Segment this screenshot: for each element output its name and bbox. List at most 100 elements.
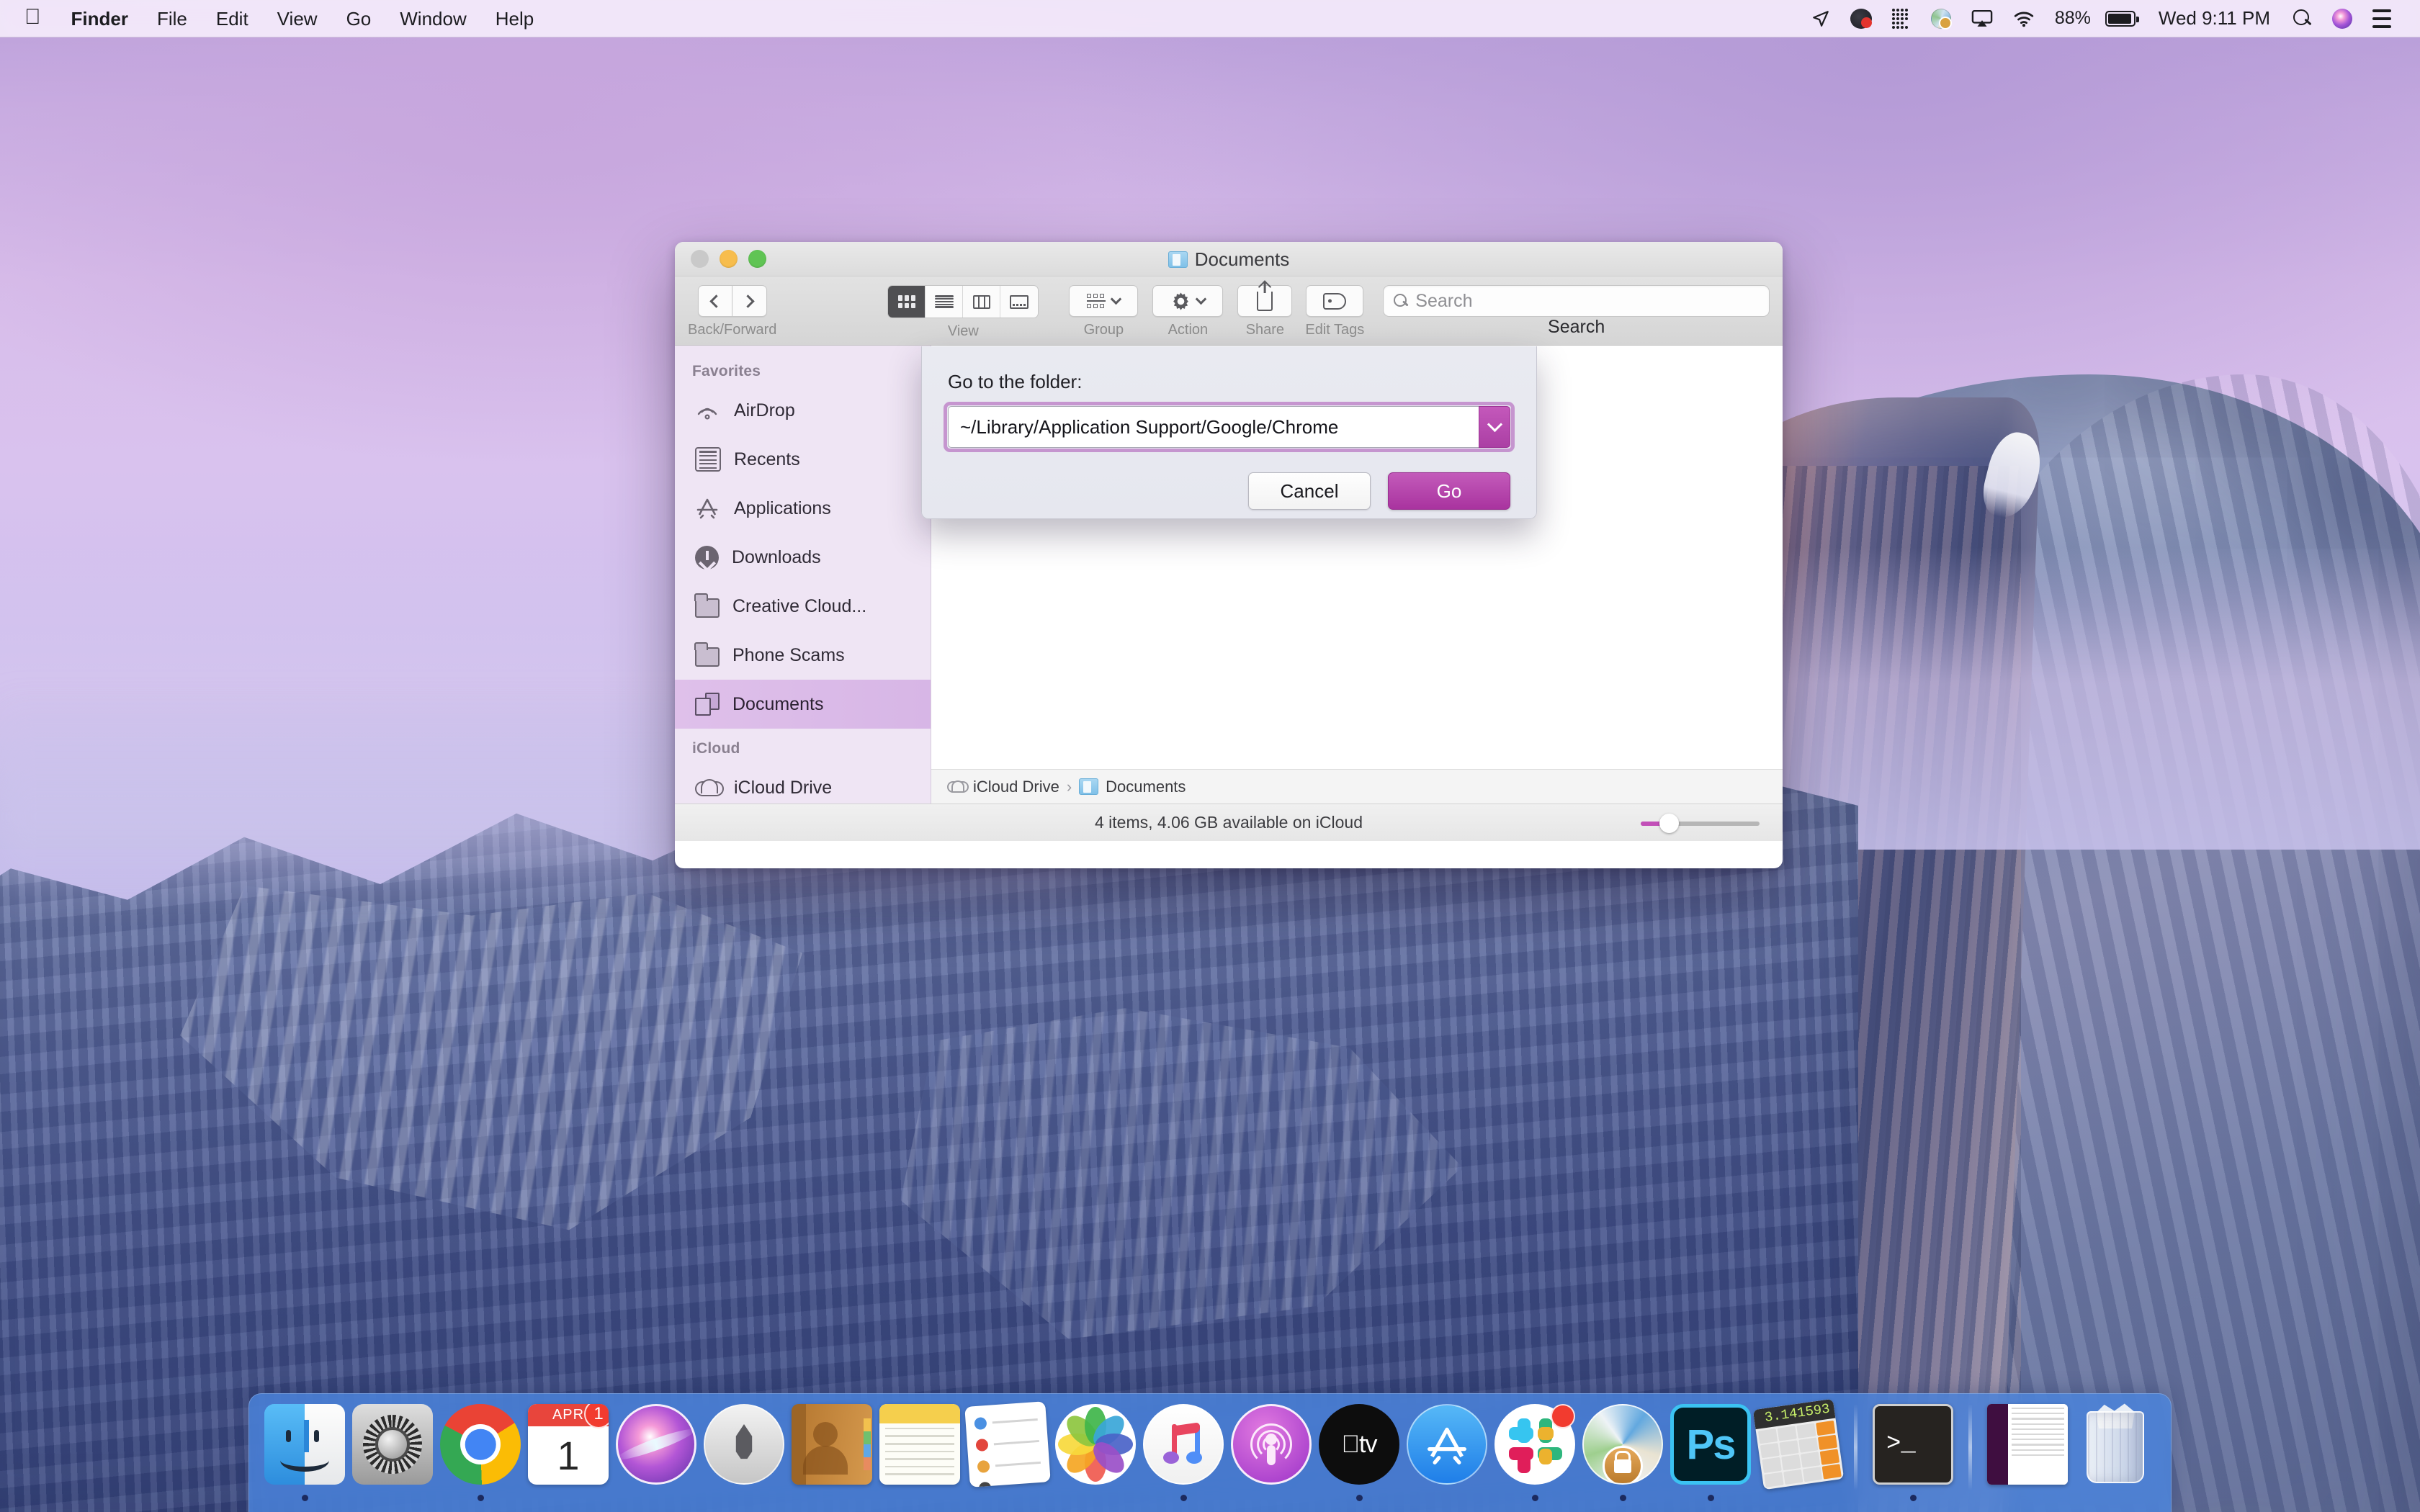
control-center-icon[interactable] xyxy=(2362,9,2401,28)
running-indicator xyxy=(1619,1495,1626,1501)
forward-button[interactable] xyxy=(732,285,767,317)
dialog-actions: Cancel Go xyxy=(948,472,1510,510)
dock-item-contacts[interactable] xyxy=(788,1404,876,1501)
breadcrumb-documents[interactable]: Documents xyxy=(1106,778,1186,796)
back-button[interactable] xyxy=(697,285,732,317)
globe-vpn-icon[interactable] xyxy=(1921,8,1961,30)
view-label: View xyxy=(947,323,979,339)
dock: APR 1 1 tv Ps 3.141593 >_ xyxy=(248,1393,2172,1512)
breadcrumb-separator: › xyxy=(1066,777,1072,796)
list-view-button[interactable] xyxy=(926,286,964,318)
search-placeholder: Search xyxy=(1415,290,1473,311)
column-view-button[interactable] xyxy=(963,286,1001,318)
folder-path-input[interactable]: ~/Library/Application Support/Google/Chr… xyxy=(948,406,1479,448)
dock-item-apple-tv[interactable]: tv xyxy=(1315,1404,1403,1501)
dock-item-chrome[interactable] xyxy=(436,1404,524,1501)
downloads-icon xyxy=(695,545,719,570)
dock-item-reminders[interactable] xyxy=(964,1401,1052,1501)
finder-sidebar: Favorites AirDrop Recents Applications D… xyxy=(675,346,931,804)
dock-item-system-preferences[interactable] xyxy=(349,1404,436,1501)
sidebar-item-airdrop[interactable]: AirDrop xyxy=(675,386,931,435)
search-input[interactable]: Search xyxy=(1383,285,1770,317)
folder-path-combobox[interactable]: ~/Library/Application Support/Google/Chr… xyxy=(944,402,1515,452)
sidebar-item-label: Recents xyxy=(734,449,800,469)
location-arrow-icon[interactable] xyxy=(1801,9,1840,28)
dock-item-photos[interactable] xyxy=(1052,1404,1139,1501)
dock-item-launchpad[interactable] xyxy=(700,1404,788,1501)
window-controls xyxy=(675,250,766,268)
menu-item-help[interactable]: Help xyxy=(481,0,548,37)
sidebar-item-documents[interactable]: Documents xyxy=(675,680,931,729)
dock-item-notes[interactable] xyxy=(876,1404,964,1501)
zoom-button[interactable] xyxy=(748,250,766,268)
sidebar-section-icloud: iCloud xyxy=(692,740,740,757)
go-button[interactable]: Go xyxy=(1388,472,1510,510)
running-indicator xyxy=(1180,1495,1187,1501)
window-title: Documents xyxy=(675,242,1783,276)
menu-item-file[interactable]: File xyxy=(143,0,202,37)
group-button[interactable] xyxy=(1069,285,1139,317)
sidebar-item-applications[interactable]: Applications xyxy=(675,484,931,533)
group-group: Group xyxy=(1069,285,1139,338)
menu-bar-clock[interactable]: Wed 9:11 PM xyxy=(2146,7,2283,30)
apple-logo-icon[interactable]:  xyxy=(22,0,57,36)
privacy-shield-icon[interactable] xyxy=(1840,8,1882,29)
dock-item-finder[interactable] xyxy=(261,1404,349,1501)
siri-icon[interactable] xyxy=(2322,8,2362,29)
cloud-icon xyxy=(695,779,724,796)
action-button[interactable] xyxy=(1152,285,1224,317)
breadcrumb-icloud-drive[interactable]: iCloud Drive xyxy=(973,778,1059,796)
sidebar-item-recents[interactable]: Recents xyxy=(675,435,931,484)
menu-bar-status-area: 88% Wed 9:11 PM xyxy=(1801,7,2401,30)
path-history-dropdown-button[interactable] xyxy=(1479,406,1510,448)
dock-item-itunes[interactable] xyxy=(1139,1404,1227,1501)
slider-knob[interactable] xyxy=(1659,813,1679,833)
sidebar-section-favorites: Favorites xyxy=(692,363,761,379)
tags-group: Edit Tags xyxy=(1305,285,1364,338)
dock-item-calculator[interactable]: 3.141593 xyxy=(1752,1398,1845,1501)
sidebar-item-downloads[interactable]: Downloads xyxy=(675,533,931,582)
spotlight-search-icon[interactable] xyxy=(2283,9,2322,28)
dock-item-minimized-slack-window[interactable] xyxy=(1984,1404,2071,1501)
battery-icon[interactable] xyxy=(2095,10,2146,27)
calendar-icon: APR 1 1 xyxy=(528,1404,609,1485)
menu-item-window[interactable]: Window xyxy=(385,0,480,37)
airdrop-icon xyxy=(695,398,721,423)
menu-item-finder[interactable]: Finder xyxy=(57,0,143,37)
battery-percentage: 88% xyxy=(2054,8,2091,28)
dock-item-calendar[interactable]: APR 1 1 xyxy=(524,1404,612,1501)
dock-item-slack[interactable] xyxy=(1491,1404,1579,1501)
icon-size-slider[interactable] xyxy=(1641,813,1760,833)
sidebar-item-phone-scams[interactable]: Phone Scams xyxy=(675,631,931,680)
share-button[interactable] xyxy=(1237,285,1293,317)
finder-window[interactable]: Documents Back/Forward View Group Action… xyxy=(675,242,1783,868)
minimize-button[interactable] xyxy=(720,250,738,268)
menu-item-go[interactable]: Go xyxy=(332,0,386,37)
dock-item-terminal[interactable]: >_ xyxy=(1869,1404,1957,1501)
sidebar-item-icloud-drive[interactable]: iCloud Drive xyxy=(675,763,931,804)
cloud-icon xyxy=(947,780,969,793)
wifi-icon[interactable] xyxy=(2003,10,2045,27)
icon-view-button[interactable] xyxy=(888,286,926,318)
dock-item-podcasts[interactable] xyxy=(1227,1404,1315,1501)
chevron-down-icon xyxy=(1195,293,1207,305)
podcasts-icon xyxy=(1231,1404,1312,1485)
edit-tags-button[interactable] xyxy=(1306,285,1364,317)
dock-item-app-store[interactable] xyxy=(1403,1404,1491,1501)
finder-titlebar[interactable]: Documents xyxy=(675,242,1783,276)
dock-item-safari[interactable] xyxy=(1579,1404,1667,1501)
sidebar-item-creative-cloud[interactable]: Creative Cloud... xyxy=(675,582,931,631)
go-to-folder-dialog[interactable]: Go to the folder: ~/Library/Application … xyxy=(921,346,1537,519)
menu-item-view[interactable]: View xyxy=(263,0,332,37)
dock-item-photoshop[interactable]: Ps xyxy=(1667,1404,1754,1501)
dock-item-siri[interactable] xyxy=(612,1404,700,1501)
close-button[interactable] xyxy=(691,250,709,268)
safari-icon xyxy=(1582,1404,1663,1485)
gallery-view-button[interactable] xyxy=(1000,286,1038,318)
cancel-button[interactable]: Cancel xyxy=(1248,472,1371,510)
dock-item-trash[interactable] xyxy=(2071,1403,2159,1501)
app-grid-icon[interactable] xyxy=(1882,8,1921,29)
menu-item-edit[interactable]: Edit xyxy=(202,0,263,37)
chevron-down-icon xyxy=(1111,293,1122,305)
airplay-icon[interactable] xyxy=(1961,9,2003,27)
